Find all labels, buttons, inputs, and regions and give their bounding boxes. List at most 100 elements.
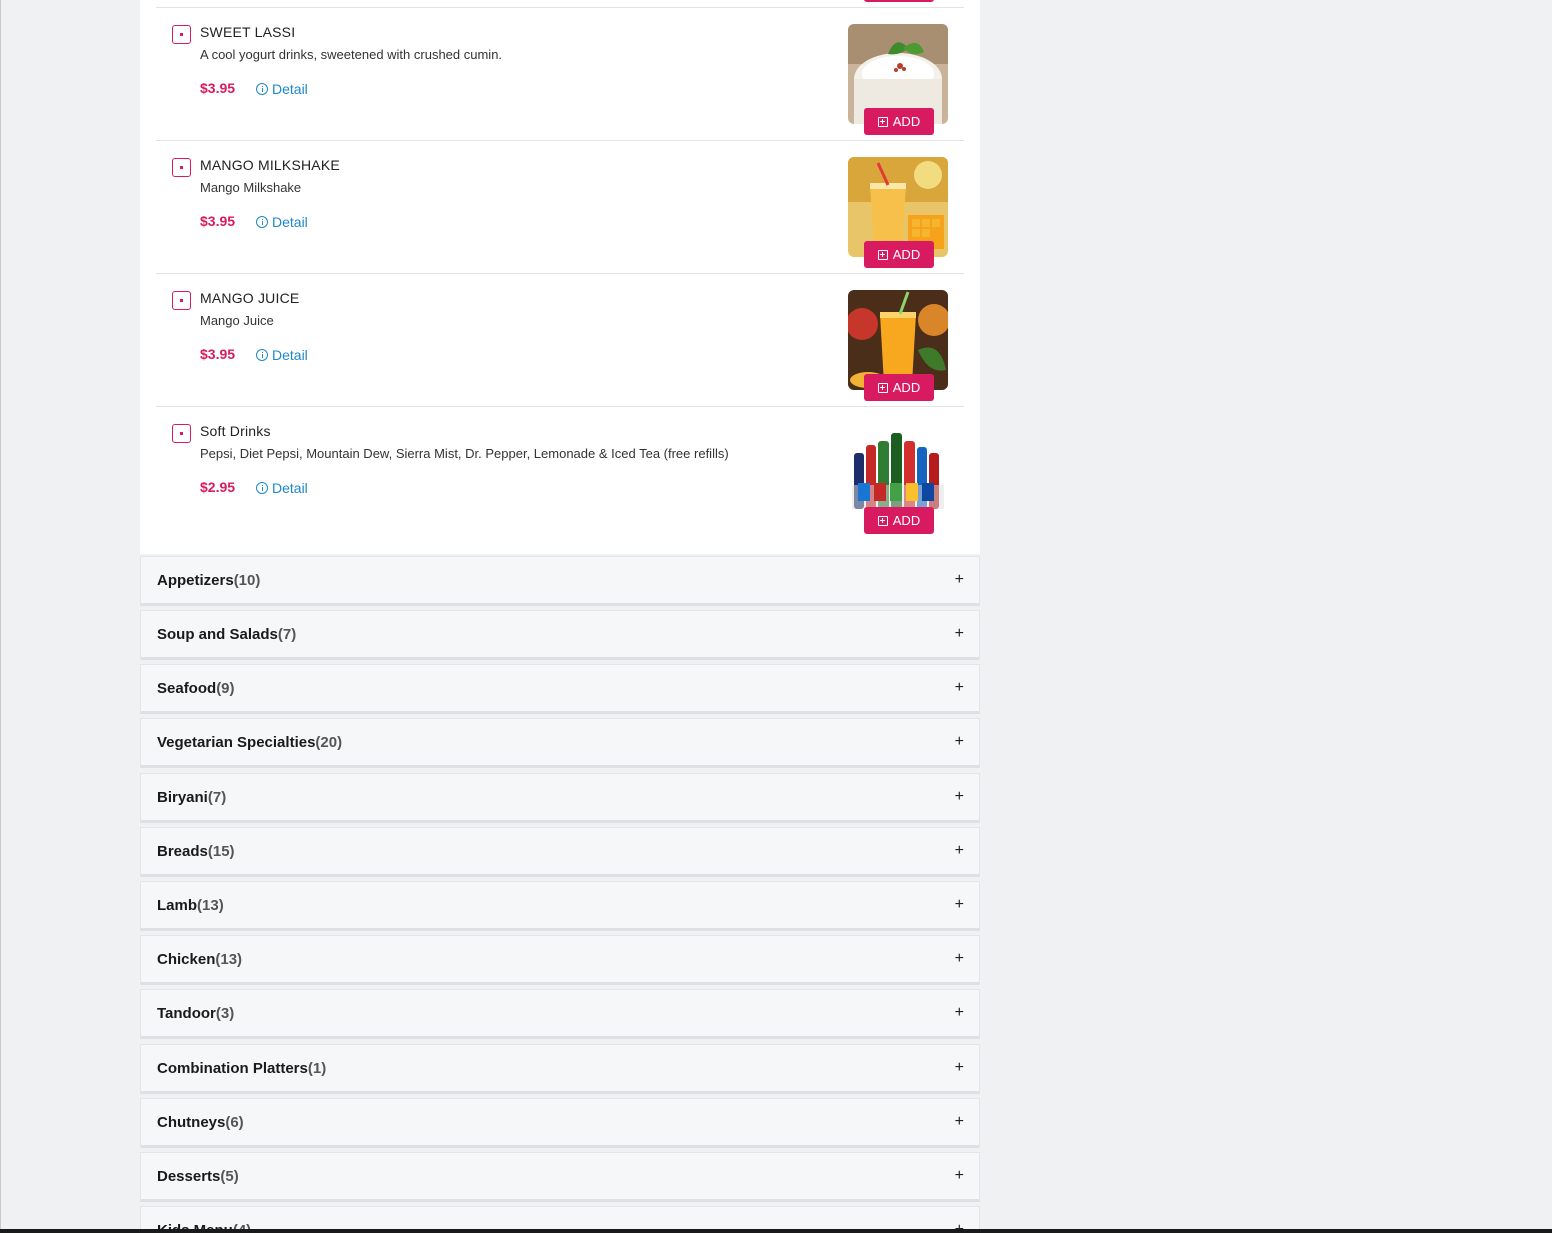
expand-icon[interactable]: + xyxy=(955,679,964,697)
category-label: Vegetarian Specialties xyxy=(157,734,316,751)
category-lamb[interactable]: Lamb(13) + xyxy=(140,881,980,931)
food-type-icon xyxy=(172,424,191,443)
menu-column: SWEET LASSI A cool yogurt drinks, sweete… xyxy=(140,0,980,1233)
category-title: Soup and Salads(7) xyxy=(157,626,296,643)
category-title: Tandoor(3) xyxy=(157,1005,234,1022)
category-soup-and-salads[interactable]: Soup and Salads(7) + xyxy=(140,610,980,660)
category-vegetarian-specialties[interactable]: Vegetarian Specialties(20) + xyxy=(140,718,980,768)
page-left-border xyxy=(0,0,1,1233)
detail-link[interactable]: Detail xyxy=(256,347,308,363)
item-description: A cool yogurt drinks, sweetened with cru… xyxy=(200,47,503,62)
plus-square-icon xyxy=(877,382,888,393)
category-title: Desserts(5) xyxy=(157,1168,239,1185)
category-tandoor[interactable]: Tandoor(3) + xyxy=(140,989,980,1039)
category-label: Chutneys xyxy=(157,1114,226,1131)
category-label: Soup and Salads xyxy=(157,626,278,643)
menu-item: MANGO JUICE Mango Juice $3.95 Detail ADD xyxy=(156,273,964,406)
category-breads[interactable]: Breads(15) + xyxy=(140,827,980,877)
add-button[interactable]: ADD xyxy=(864,108,934,135)
category-count: (6) xyxy=(225,1114,244,1131)
category-title: Lamb(13) xyxy=(157,897,224,914)
category-count: (10) xyxy=(233,572,261,589)
window-bottom-edge xyxy=(0,1229,1552,1233)
add-label: ADD xyxy=(892,513,921,528)
category-count: (1) xyxy=(307,1060,327,1077)
add-button[interactable]: ADD xyxy=(864,241,934,268)
category-count: (20) xyxy=(315,734,343,751)
add-button[interactable]: ADD xyxy=(864,374,934,401)
expand-icon[interactable]: + xyxy=(955,950,964,968)
category-label: Chicken xyxy=(157,951,216,968)
detail-link[interactable]: Detail xyxy=(256,214,308,230)
category-label: Appetizers xyxy=(157,572,234,589)
expand-icon[interactable]: + xyxy=(955,625,964,643)
category-label: Tandoor xyxy=(157,1005,216,1022)
food-type-icon xyxy=(172,291,191,310)
add-label: ADD xyxy=(892,380,921,395)
expand-icon[interactable]: + xyxy=(955,1004,964,1022)
food-type-icon xyxy=(172,158,191,177)
category-title: Vegetarian Specialties(20) xyxy=(157,734,342,751)
item-name: MANGO JUICE xyxy=(200,290,300,306)
category-title: Combination Platters(1) xyxy=(157,1060,326,1077)
plus-square-icon xyxy=(877,116,888,127)
category-count: (13) xyxy=(215,951,243,968)
category-title: Chicken(13) xyxy=(157,951,242,968)
category-count: (5) xyxy=(220,1168,239,1185)
category-combination-platters[interactable]: Combination Platters(1) + xyxy=(140,1044,980,1094)
category-label: Lamb xyxy=(157,897,198,914)
menu-item: MANGO MILKSHAKE Mango Milkshake $3.95 De… xyxy=(156,140,964,273)
plus-square-icon xyxy=(877,249,888,260)
category-appetizers[interactable]: Appetizers(10) + xyxy=(140,556,980,606)
add-label: ADD xyxy=(892,247,921,262)
item-price: $3.95 xyxy=(200,80,236,96)
detail-label: Detail xyxy=(272,480,308,496)
category-label: Desserts xyxy=(157,1168,221,1185)
category-title: Seafood(9) xyxy=(157,680,235,697)
item-description: Mango Juice xyxy=(200,313,274,328)
category-title: Appetizers(10) xyxy=(157,572,260,589)
category-seafood[interactable]: Seafood(9) + xyxy=(140,664,980,714)
category-title: Chutneys(6) xyxy=(157,1114,244,1131)
item-description: Pepsi, Diet Pepsi, Mountain Dew, Sierra … xyxy=(200,446,729,461)
category-label: Combination Platters xyxy=(157,1060,308,1077)
menu-item: Soft Drinks Pepsi, Diet Pepsi, Mountain … xyxy=(156,406,964,539)
category-label: Breads xyxy=(157,843,208,860)
previous-add-button[interactable] xyxy=(864,0,934,2)
category-count: (7) xyxy=(277,626,297,643)
detail-link[interactable]: Detail xyxy=(256,81,308,97)
expand-icon[interactable]: + xyxy=(955,788,964,806)
item-name: Soft Drinks xyxy=(200,423,271,439)
detail-label: Detail xyxy=(272,214,308,230)
item-name: SWEET LASSI xyxy=(200,24,296,40)
menu-item: SWEET LASSI A cool yogurt drinks, sweete… xyxy=(156,7,964,140)
expand-icon[interactable]: + xyxy=(955,1113,964,1131)
item-price: $3.95 xyxy=(200,213,236,229)
expand-icon[interactable]: + xyxy=(955,733,964,751)
expand-icon[interactable]: + xyxy=(955,896,964,914)
expand-icon[interactable]: + xyxy=(955,1059,964,1077)
detail-link[interactable]: Detail xyxy=(256,480,308,496)
expand-icon[interactable]: + xyxy=(955,571,964,589)
plus-square-icon xyxy=(877,515,888,526)
expand-icon[interactable]: + xyxy=(955,842,964,860)
category-label: Seafood xyxy=(157,680,217,697)
expand-icon[interactable]: + xyxy=(955,1167,964,1185)
item-name: MANGO MILKSHAKE xyxy=(200,157,340,173)
category-count: (13) xyxy=(197,897,224,914)
category-chicken[interactable]: Chicken(13) + xyxy=(140,935,980,985)
category-count: (7) xyxy=(207,789,227,806)
item-price: $3.95 xyxy=(200,346,236,362)
add-button[interactable]: ADD xyxy=(864,507,934,534)
category-title: Breads(15) xyxy=(157,843,235,860)
category-count: (3) xyxy=(215,1005,235,1022)
category-desserts[interactable]: Desserts(5) + xyxy=(140,1152,980,1202)
info-icon xyxy=(256,216,268,228)
category-biryani[interactable]: Biryani(7) + xyxy=(140,773,980,823)
category-count: (15) xyxy=(207,843,235,860)
detail-label: Detail xyxy=(272,347,308,363)
category-title: Biryani(7) xyxy=(157,789,226,806)
item-price: $2.95 xyxy=(200,479,236,495)
beverages-items-panel: SWEET LASSI A cool yogurt drinks, sweete… xyxy=(140,0,980,554)
category-chutneys[interactable]: Chutneys(6) + xyxy=(140,1098,980,1148)
